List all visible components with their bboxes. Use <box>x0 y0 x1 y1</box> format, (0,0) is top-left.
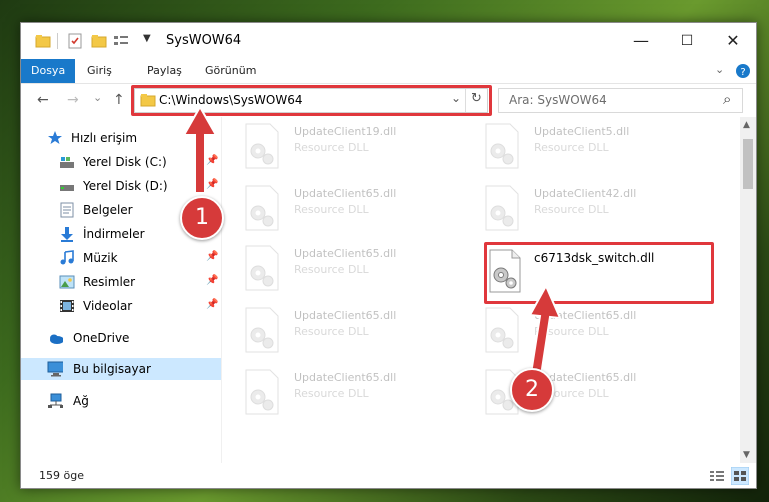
file-description: Resource DLL <box>534 141 609 154</box>
sidebar-item-this-pc[interactable]: Bu bilgisayar <box>21 358 221 380</box>
recent-locations-button[interactable]: ⌄ <box>93 91 102 104</box>
file-description: Resource DLL <box>534 203 609 216</box>
ribbon-tabs: Dosya Giriş Paylaş Görünüm ⌄ ? <box>21 59 756 84</box>
video-icon <box>60 300 74 312</box>
computer-icon <box>47 361 63 377</box>
file-item[interactable]: UpdateClient65.dll Resource DLL <box>222 181 454 235</box>
search-input[interactable]: Ara: SysWOW64 <box>509 93 607 107</box>
music-icon <box>60 250 74 265</box>
up-button[interactable]: ↑ <box>113 92 125 108</box>
folder-icon <box>35 35 51 48</box>
file-item[interactable]: UpdateClient42.dll Resource DLL <box>462 181 694 235</box>
new-folder-icon[interactable] <box>91 33 107 49</box>
file-item[interactable]: UpdateClient19.dll Resource DLL <box>222 119 454 173</box>
network-icon <box>48 393 63 408</box>
sidebar-item-label: Belgeler <box>83 203 133 217</box>
scrollbar-thumb[interactable] <box>743 139 753 189</box>
file-description: Resource DLL <box>294 325 369 338</box>
file-name: UpdateClient42.dll <box>534 187 637 200</box>
sidebar-item-label: Yerel Disk (D:) <box>83 179 168 193</box>
step-1-badge: 1 <box>180 196 224 240</box>
pin-icon: 📌 <box>206 299 219 310</box>
sidebar-item-label: Yerel Disk (C:) <box>83 155 167 169</box>
customize-qa-icon[interactable] <box>113 33 133 49</box>
item-count: 159 öge <box>39 469 84 482</box>
file-name: UpdateClient65.dll <box>294 309 397 322</box>
tiles-view-icon[interactable] <box>731 467 749 485</box>
file-description: Resource DLL <box>294 387 369 400</box>
sidebar-item-network[interactable]: Ağ <box>21 390 221 412</box>
status-bar: 159 öge <box>21 463 756 488</box>
dll-file-icon <box>485 185 519 231</box>
sidebar-item-label: Resimler <box>83 275 136 289</box>
sidebar-item-onedrive[interactable]: OneDrive <box>21 327 221 349</box>
file-description: Resource DLL <box>294 141 369 154</box>
search-icon[interactable]: ⌕ <box>723 90 731 108</box>
dll-file-icon <box>485 307 519 353</box>
title-bar: ▼ SysWOW64 — ☐ ✕ <box>21 23 756 59</box>
pin-icon: 📌 <box>206 275 219 286</box>
file-name: UpdateClient5.dll <box>534 125 630 138</box>
sidebar-item-label: Videolar <box>83 299 133 313</box>
tab-paylas[interactable]: Paylaş <box>137 59 192 83</box>
tab-gorunum[interactable]: Görünüm <box>195 59 266 83</box>
chevron-down-icon[interactable]: ⌄ <box>715 63 724 76</box>
properties-icon[interactable] <box>67 33 83 49</box>
download-icon <box>61 227 73 242</box>
pictures-icon <box>59 275 75 289</box>
tab-dosya[interactable]: Dosya <box>21 59 75 83</box>
back-button[interactable]: ← <box>37 92 49 108</box>
dll-file-icon <box>245 369 279 415</box>
dll-file-icon <box>245 123 279 169</box>
maximize-button[interactable]: ☐ <box>664 23 710 59</box>
document-icon <box>60 202 74 218</box>
file-name: UpdateClient65.dll <box>294 371 397 384</box>
svg-text:?: ? <box>740 67 745 78</box>
file-item[interactable]: UpdateClient65.dll Resource DLL <box>222 365 454 419</box>
drive-icon <box>60 157 74 168</box>
file-description: Resource DLL <box>294 203 369 216</box>
scroll-down-icon[interactable]: ▼ <box>743 450 750 460</box>
sidebar-item-music[interactable]: Müzik 📌 <box>21 247 221 269</box>
help-icon[interactable]: ? <box>735 63 751 79</box>
file-description: Resource DLL <box>294 263 369 276</box>
qa-divider <box>57 33 58 49</box>
search-box[interactable]: Ara: SysWOW64 ⌕ <box>498 88 743 113</box>
sidebar-item-label: Müzik <box>83 251 118 265</box>
dll-file-icon <box>245 245 279 291</box>
arrow-up-icon <box>182 105 218 194</box>
forward-button[interactable]: → <box>67 92 79 108</box>
file-item[interactable]: UpdateClient5.dll Resource DLL <box>462 119 694 173</box>
qa-dropdown-icon[interactable]: ▼ <box>143 33 151 49</box>
step-2-badge: 2 <box>510 368 554 412</box>
dll-file-icon <box>485 123 519 169</box>
file-name: UpdateClient65.dll <box>294 187 397 200</box>
cloud-icon <box>50 334 63 344</box>
sidebar-item-label: İndirmeler <box>83 227 145 241</box>
minimize-button[interactable]: — <box>618 23 664 59</box>
file-item[interactable]: UpdateClient65.dll Resource DLL <box>222 241 454 295</box>
file-name: UpdateClient19.dll <box>294 125 397 138</box>
sidebar-item-label: OneDrive <box>73 331 130 345</box>
window-title: SysWOW64 <box>166 33 242 48</box>
file-name: UpdateClient65.dll <box>294 247 397 260</box>
star-icon <box>48 131 62 144</box>
details-view-icon[interactable] <box>709 469 725 483</box>
close-button[interactable]: ✕ <box>710 23 756 59</box>
dll-file-icon <box>245 185 279 231</box>
file-item[interactable]: UpdateClient65.dll Resource DLL <box>462 303 694 357</box>
file-item[interactable]: UpdateClient65.dll Resource DLL <box>462 365 694 419</box>
dll-file-icon <box>245 307 279 353</box>
scroll-up-icon[interactable]: ▲ <box>743 120 750 130</box>
pin-icon: 📌 <box>206 251 219 262</box>
sidebar-item-label: Ağ <box>73 394 89 408</box>
sidebar-item-label: Hızlı erişim <box>71 131 138 145</box>
sidebar-item-videos[interactable]: Videolar 📌 <box>21 295 221 317</box>
sidebar-item-label: Bu bilgisayar <box>73 362 151 376</box>
drive-icon <box>60 185 74 191</box>
file-item[interactable]: UpdateClient65.dll Resource DLL <box>222 303 454 357</box>
tab-giris[interactable]: Giriş <box>77 59 122 83</box>
vertical-scrollbar[interactable]: ▲ ▼ <box>740 117 756 463</box>
sidebar-item-pictures[interactable]: Resimler 📌 <box>21 271 221 293</box>
